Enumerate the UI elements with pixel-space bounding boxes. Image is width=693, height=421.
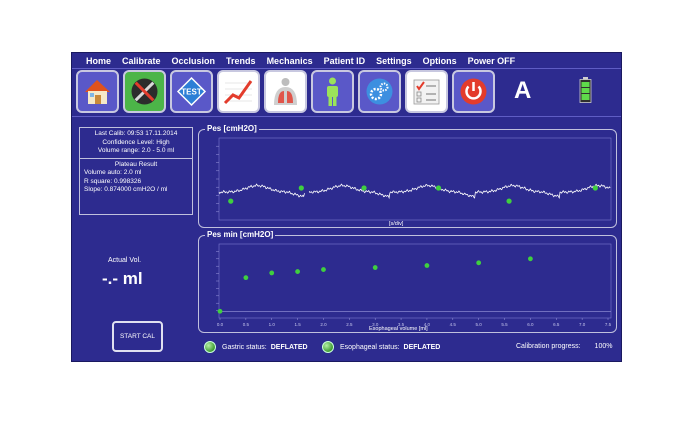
progress-value: 100% [594, 343, 613, 350]
toolbar-divider [72, 116, 621, 117]
menu-mechanics[interactable]: Mechanics [267, 56, 313, 66]
progress-label: Calibration progress: [516, 343, 581, 350]
esophageal-status-label: Esophageal status: [340, 343, 400, 351]
calibrate-button[interactable] [123, 70, 166, 113]
menu-patient-id[interactable]: Patient ID [324, 56, 366, 66]
pes-marker-point [506, 198, 512, 204]
settings-gears-icon [366, 78, 393, 105]
pes-plot-area [218, 137, 612, 221]
options-button[interactable] [405, 70, 448, 113]
pes-chart-panel: Pes [cmH2O] [s/div] [198, 124, 617, 228]
pes-marker-point [361, 185, 367, 191]
pesmin-x-tick-label: 1.0 [269, 322, 276, 327]
occlusion-test-button[interactable]: TEST [170, 70, 213, 113]
pesmin-chart-panel: Pes min [cmH2O] 0.0 0.5 1.0 1.5 2.0 2.5 3.0 3.5… [198, 230, 617, 333]
esophageal-status-led-icon [322, 341, 334, 353]
patient-id-button[interactable] [311, 70, 354, 113]
menu-occlusion[interactable]: Occlusion [172, 56, 216, 66]
start-cal-button[interactable]: START CAL [112, 321, 163, 352]
plateau-title: Plateau Result [114, 160, 158, 168]
menu-calibrate[interactable]: Calibrate [122, 56, 161, 66]
pesmin-data-point [243, 275, 249, 281]
menu-trends[interactable]: Trends [226, 56, 256, 66]
info-divider [80, 157, 192, 159]
actual-volume-label: Actual Vol. [108, 257, 142, 264]
pes-xlabel: [s/div] [387, 221, 406, 227]
pesmin-x-tick-label: 5.5 [501, 322, 508, 327]
menu-bar: Home Calibrate Occlusion Trends Mechanic… [72, 53, 621, 68]
settings-button[interactable] [358, 70, 401, 113]
pesmin-x-tick-label: 2.0 [320, 322, 327, 327]
pes-trace-segment [218, 183, 305, 198]
checklist-icon [413, 79, 440, 105]
pesmin-data-point [424, 263, 430, 268]
pesmin-x-tick-label: 6.0 [527, 322, 534, 327]
pesmin-xlabel: Esophageal volume [ml] [367, 326, 430, 332]
pesmin-data-point [269, 270, 275, 276]
pesmin-x-tick-label: 5.0 [476, 322, 483, 327]
tools-icon [131, 78, 158, 105]
calibration-info-box: Last Calib: 09:53 17.11.2014 Confidence … [79, 127, 193, 215]
pes-chart [216, 137, 612, 221]
menu-settings[interactable]: Settings [376, 56, 412, 66]
power-off-button[interactable] [452, 70, 495, 113]
confidence-level: Confidence Level: High [102, 138, 170, 146]
patient-icon [327, 77, 338, 106]
pesmin-x-tick-label: 6.5 [553, 322, 560, 327]
esophageal-status-value: DEFLATED [403, 343, 441, 351]
pesmin-plot-area [218, 243, 612, 319]
volume-range: Volume range: 2.0 - 5.0 ml [97, 147, 175, 154]
pesmin-data-point [372, 265, 378, 270]
trends-button[interactable] [217, 70, 260, 113]
pesmin-x-tick-label: 1.5 [294, 322, 301, 327]
pesmin-data-point [321, 267, 326, 272]
pesmin-x-tick-label: 2.5 [346, 322, 353, 327]
pesmin-x-tick-label: 4.5 [450, 322, 457, 327]
gastric-status-led-icon [204, 341, 216, 353]
menu-divider [72, 68, 621, 69]
volume-auto: Volume auto: 2.0 ml [84, 169, 142, 176]
pesmin-data-point [528, 256, 533, 262]
mode-indicator: A [514, 77, 532, 104]
toolbar: TEST [76, 70, 499, 114]
pesmin-x-tick-label: 0.5 [243, 322, 250, 327]
mechanics-button[interactable] [264, 70, 307, 113]
menu-home[interactable]: Home [86, 56, 111, 66]
pesmin-data-point [217, 308, 223, 314]
slope: Slope: 0.874000 cmH2O / ml [84, 186, 168, 193]
menu-power-off[interactable]: Power OFF [468, 56, 516, 66]
pesmin-x-tick-label: 7.0 [579, 322, 586, 327]
power-icon [460, 78, 487, 105]
actual-volume-value: -.- ml [102, 269, 143, 288]
trend-chart-icon [223, 80, 253, 105]
calibration-window: Home Calibrate Occlusion Trends Mechanic… [71, 52, 622, 362]
r-square: R square: 0.998326 [84, 177, 142, 185]
gastric-status-label: Gastric status: [222, 343, 267, 351]
pes-marker-point [228, 198, 234, 204]
home-button[interactable] [76, 70, 119, 113]
calibration-progress: Calibration progress: 100% [516, 343, 612, 350]
battery-full-icon [579, 77, 592, 103]
menu-options[interactable]: Options [423, 56, 457, 66]
pesmin-x-tick-label: 7.5 [605, 322, 612, 327]
pesmin-chart: 0.0 0.5 1.0 1.5 2.0 2.5 3.0 3.5 4.0 4.5 5.0 5.5 6.0 6… [216, 243, 612, 327]
esophageal-status: Esophageal status: DEFLATED [322, 341, 440, 353]
svg-text:TEST: TEST [181, 88, 202, 97]
pes-marker-point [298, 185, 304, 191]
last-calib: Last Calib: 09:53 17.11.2014 [94, 130, 178, 137]
test-icon: TEST [176, 76, 207, 107]
pes-trace-segment [308, 183, 611, 200]
pesmin-data-point [476, 260, 482, 266]
gastric-status-value: DEFLATED [270, 343, 308, 351]
pesmin-data-point [295, 269, 300, 274]
gastric-status: Gastric status: DEFLATED [204, 341, 308, 353]
pes-marker-point [592, 185, 598, 191]
pes-marker-point [435, 185, 442, 191]
pesmin-x-tick-label: 0.0 [217, 322, 224, 327]
home-icon [85, 80, 110, 104]
lungs-icon [274, 78, 297, 105]
